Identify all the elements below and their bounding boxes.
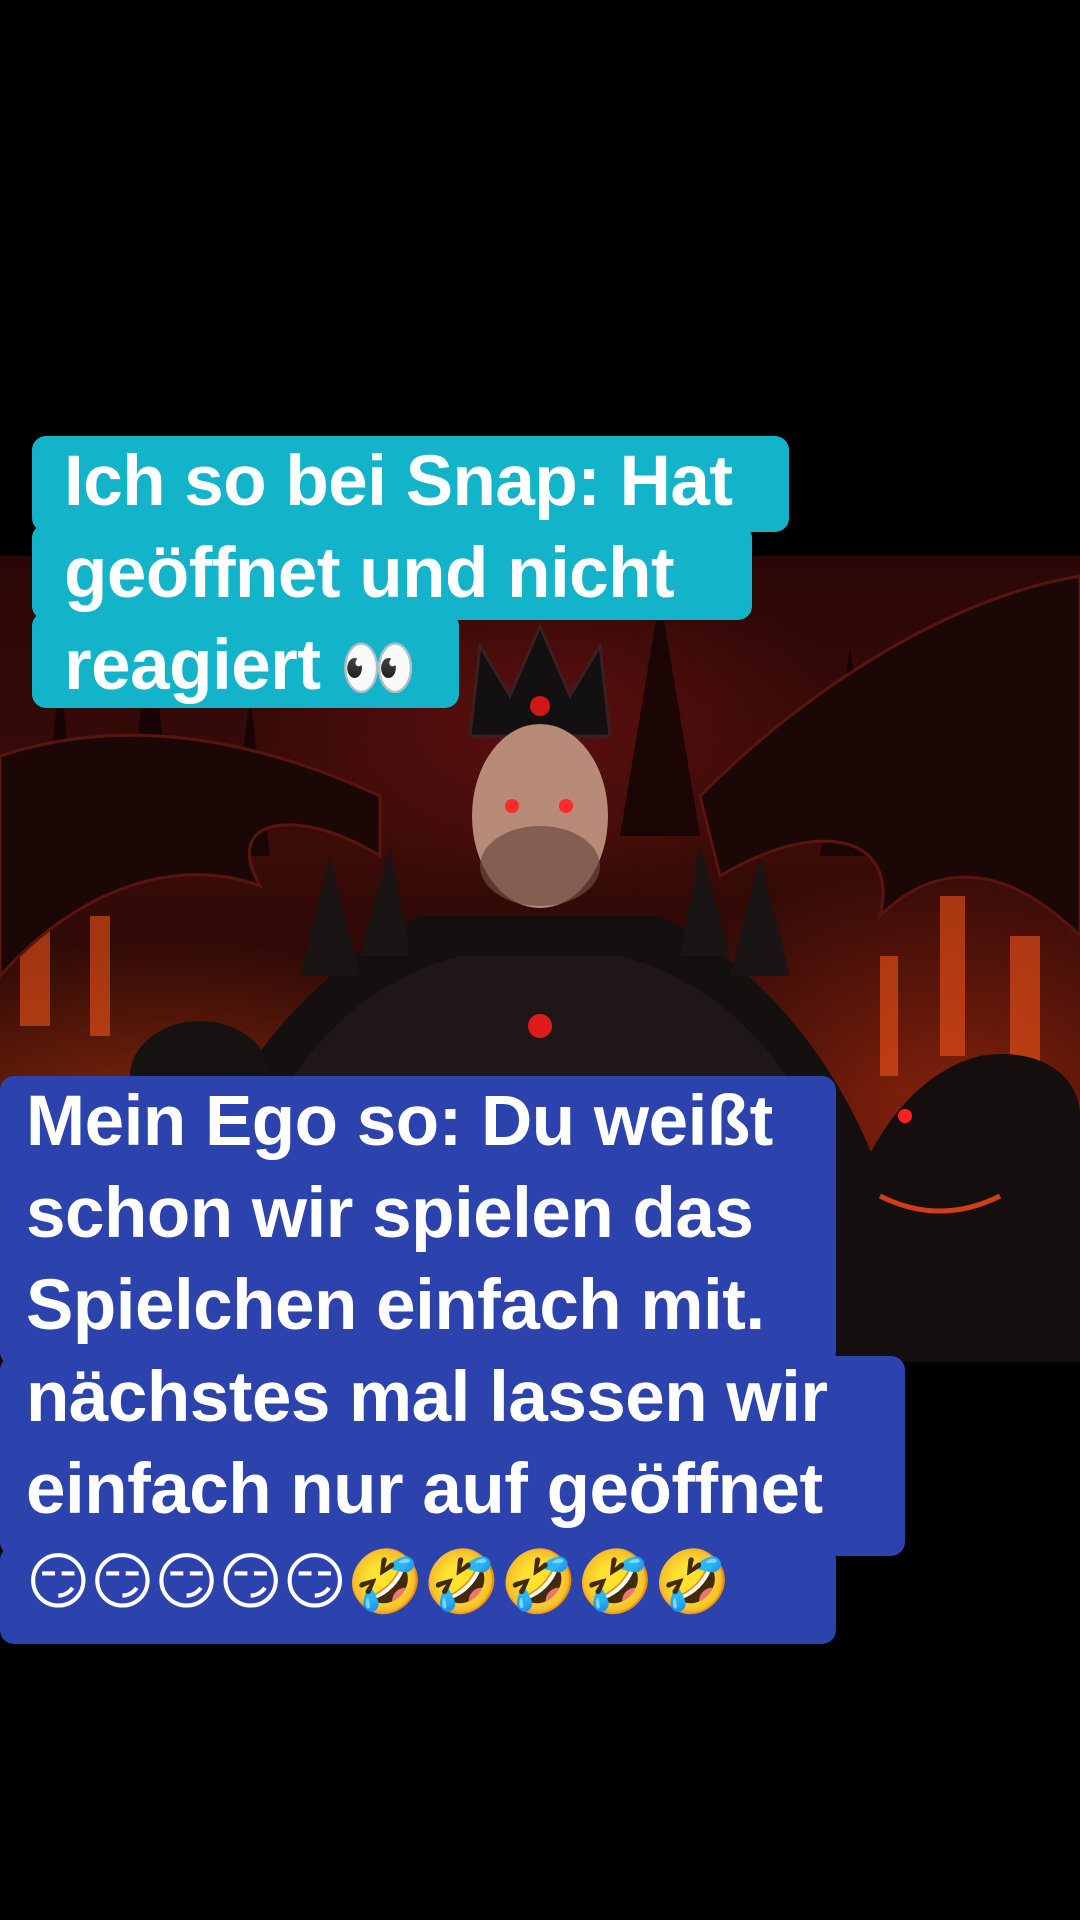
eyes-icon: 👀: [339, 631, 417, 704]
smirk-laugh-emoji-row: 😏😏😏😏😏🤣🤣🤣🤣🤣: [26, 1545, 731, 1618]
caption-bottom-line-4: nächstes mal lassen wir: [26, 1358, 828, 1437]
caption-bottom-line-5: einfach nur auf geöffnet: [26, 1450, 823, 1529]
caption-bottom-line-2: schon wir spielen das: [26, 1174, 754, 1253]
caption-top-line-3-text: reagiert: [64, 626, 321, 705]
caption-top-line-2: geöffnet und nicht: [64, 534, 675, 613]
caption-bottom-line-1: Mein Ego so: Du weißt: [26, 1082, 773, 1161]
video-frame[interactable]: Ich so bei Snap: Hat geöffnet und nicht …: [0, 0, 1080, 1920]
caption-top-line-3: reagiert 👀: [64, 620, 733, 714]
caption-top-line-1: Ich so bei Snap: Hat: [64, 442, 733, 521]
caption-bottom-line-3: Spielchen einfach mit.: [26, 1266, 765, 1345]
